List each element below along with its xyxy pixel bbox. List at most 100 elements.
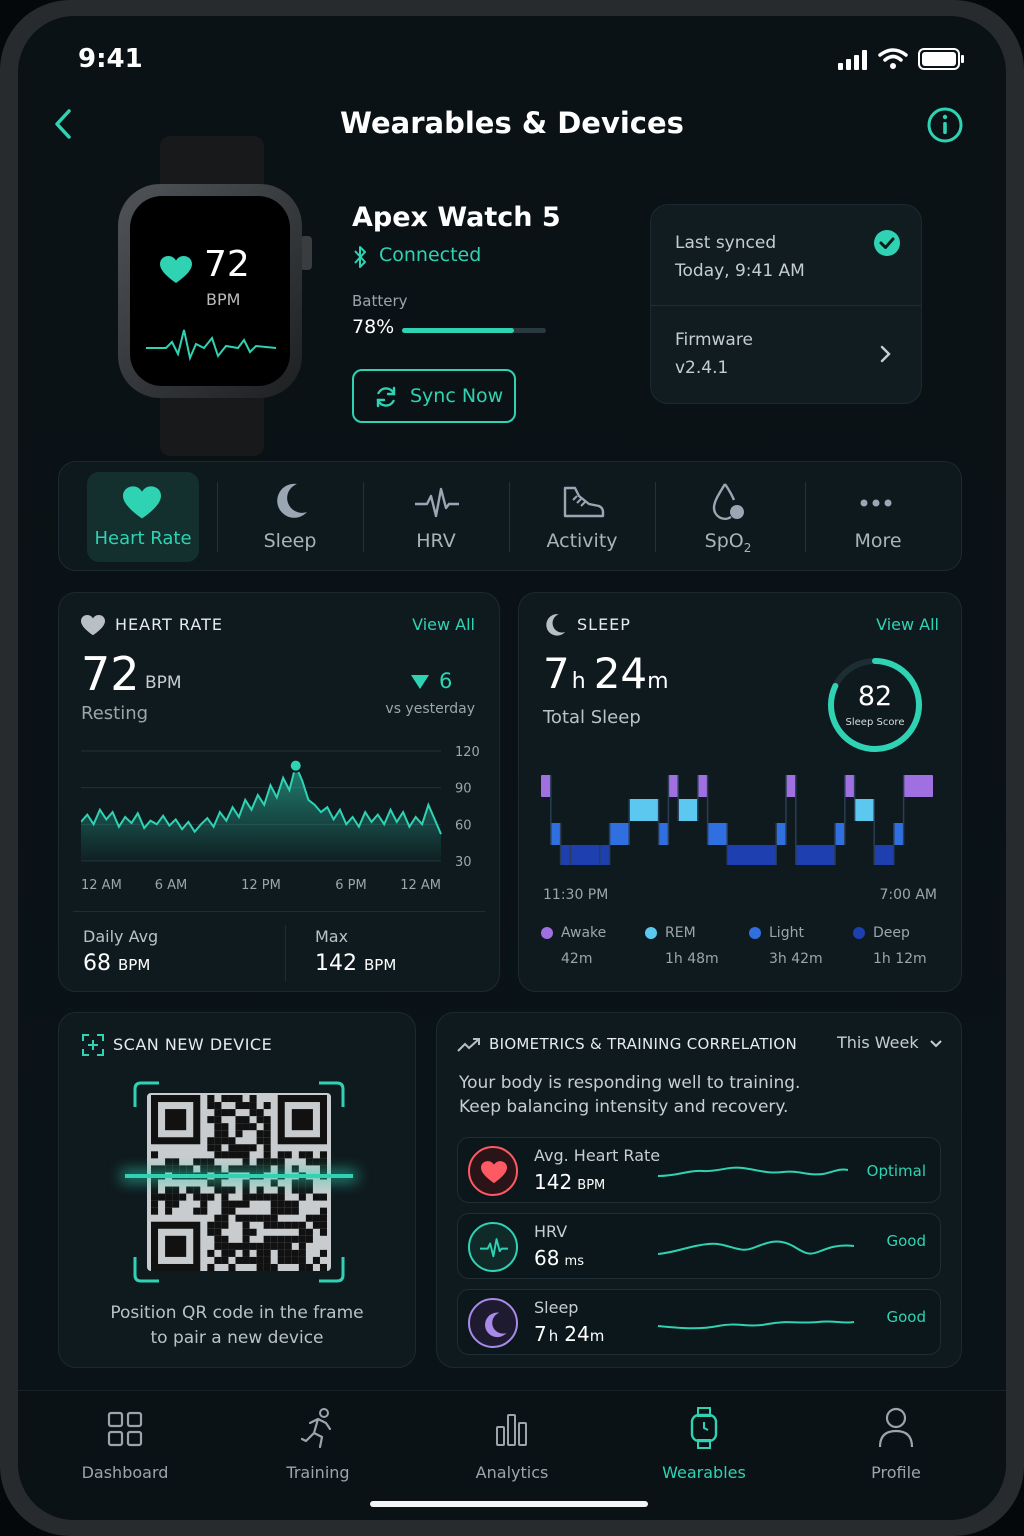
- qr-module: [277, 1207, 285, 1215]
- correlation-row-hrv[interactable]: HRV 68 ms Good: [457, 1213, 941, 1279]
- nav-wearables[interactable]: Wearables: [634, 1405, 774, 1495]
- qr-module: [263, 1165, 271, 1173]
- sleep-segment-light: [550, 823, 561, 845]
- x-tick-label: 6 AM: [155, 878, 188, 893]
- qr-module: [242, 1228, 250, 1236]
- row-label: Sleep: [534, 1298, 579, 1317]
- qr-module: [263, 1256, 271, 1264]
- moon-icon-badge: [468, 1298, 518, 1348]
- scan-instructions-2: to pair a new device: [150, 1328, 324, 1348]
- qr-module: [221, 1095, 229, 1103]
- qr-module: [221, 1214, 229, 1222]
- runner-icon: [300, 1408, 332, 1449]
- heart-icon-badge: [468, 1146, 518, 1196]
- sleep-view-all[interactable]: View All: [876, 615, 939, 634]
- nav-dashboard[interactable]: Dashboard: [55, 1405, 195, 1495]
- qr-module: [214, 1256, 222, 1264]
- tab-spo2-label: SpO2: [655, 530, 801, 555]
- nav-training[interactable]: Training: [248, 1405, 388, 1495]
- sleep-segment-light: [707, 823, 728, 845]
- legend-dot: [541, 927, 553, 939]
- qr-module: [256, 1263, 264, 1271]
- legend-dot: [749, 927, 761, 939]
- tab-heart-rate[interactable]: Heart Rate: [87, 472, 199, 562]
- nav-profile[interactable]: Profile: [826, 1405, 966, 1495]
- qr-module: [249, 1242, 257, 1250]
- qr-module: [270, 1242, 278, 1250]
- qr-module: [179, 1165, 187, 1173]
- legend-label: Awake: [541, 925, 645, 941]
- legend-item-rem: REM 1h 48m: [645, 925, 749, 967]
- sleep-segment-awake: [668, 775, 679, 797]
- sleep-end-time: 7:00 AM: [879, 887, 937, 903]
- qr-module: [312, 1193, 320, 1201]
- qr-module: [270, 1235, 278, 1243]
- qr-module: [270, 1263, 278, 1271]
- sync-now-button[interactable]: Sync Now: [352, 369, 516, 423]
- qr-module: [263, 1123, 271, 1131]
- qr-module: [214, 1109, 222, 1117]
- hr-divider: [73, 911, 485, 912]
- qr-module: [256, 1186, 264, 1194]
- tab-more[interactable]: More: [805, 462, 951, 572]
- y-tick-label: 90: [455, 782, 472, 797]
- qr-scanner-frame[interactable]: [125, 1081, 353, 1283]
- qr-module: [200, 1200, 208, 1208]
- qr-module: [165, 1200, 173, 1208]
- qr-module: [284, 1151, 292, 1159]
- correlation-row-sleep[interactable]: Sleep 7 h 24m Good: [457, 1289, 941, 1355]
- grid-icon: [107, 1411, 143, 1447]
- row-value: 7 h 24m: [534, 1322, 604, 1346]
- correlation-row-heart-rate[interactable]: Avg. Heart Rate 142 BPM Optimal: [457, 1137, 941, 1203]
- qr-module: [305, 1214, 313, 1222]
- legend-value: 42m: [561, 951, 593, 967]
- qr-module: [298, 1228, 306, 1236]
- sleep-m-unit: m: [647, 669, 669, 694]
- daily-avg-label: Daily Avg: [83, 927, 159, 946]
- qr-module: [242, 1221, 250, 1229]
- qr-module: [305, 1158, 313, 1166]
- qr-module: [291, 1256, 299, 1264]
- sleep-stages-chart: [541, 775, 933, 865]
- qr-module: [319, 1249, 327, 1257]
- qr-module: [270, 1221, 278, 1229]
- qr-module: [263, 1151, 271, 1159]
- qr-module: [235, 1116, 243, 1124]
- qr-module: [151, 1165, 159, 1173]
- qr-module: [249, 1165, 257, 1173]
- qr-module: [263, 1193, 271, 1201]
- qr-module: [256, 1249, 264, 1257]
- period-select[interactable]: This Week: [837, 1033, 947, 1057]
- qr-module: [214, 1186, 222, 1194]
- tab-sleep[interactable]: Sleep: [217, 462, 363, 572]
- watch-icon: [690, 1407, 718, 1449]
- nav-analytics[interactable]: Analytics: [442, 1405, 582, 1495]
- sleep-segment-deep: [599, 845, 610, 865]
- home-indicator: [370, 1501, 648, 1507]
- qr-module: [207, 1263, 215, 1271]
- sleep-segment-rem: [629, 799, 659, 821]
- qr-module: [242, 1116, 250, 1124]
- info-icon[interactable]: [926, 106, 964, 144]
- sleep-score-label: Sleep Score: [845, 717, 905, 728]
- sleep-segment-rem: [854, 799, 875, 821]
- qr-module: [207, 1193, 215, 1201]
- watch-case: 72 BPM: [118, 184, 302, 398]
- qr-module: [263, 1263, 271, 1271]
- row-number-2: 24: [564, 1322, 590, 1346]
- tab-hrv[interactable]: HRV: [363, 462, 509, 572]
- hr-peak-marker: [288, 758, 303, 773]
- qr-module: [228, 1200, 236, 1208]
- tab-spo2[interactable]: SpO2: [655, 462, 801, 572]
- pulse-icon-badge: [468, 1222, 518, 1272]
- firmware-row[interactable]: Firmware v2.4.1: [651, 306, 921, 403]
- qr-module: [228, 1137, 236, 1145]
- qr-module: [256, 1193, 264, 1201]
- qr-module: [193, 1186, 201, 1194]
- qr-module: [172, 1193, 180, 1201]
- tab-activity[interactable]: Activity: [509, 462, 655, 572]
- qr-module: [291, 1221, 299, 1229]
- qr-module: [207, 1179, 215, 1187]
- heart-rate-view-all[interactable]: View All: [412, 615, 475, 634]
- qr-module: [221, 1109, 229, 1117]
